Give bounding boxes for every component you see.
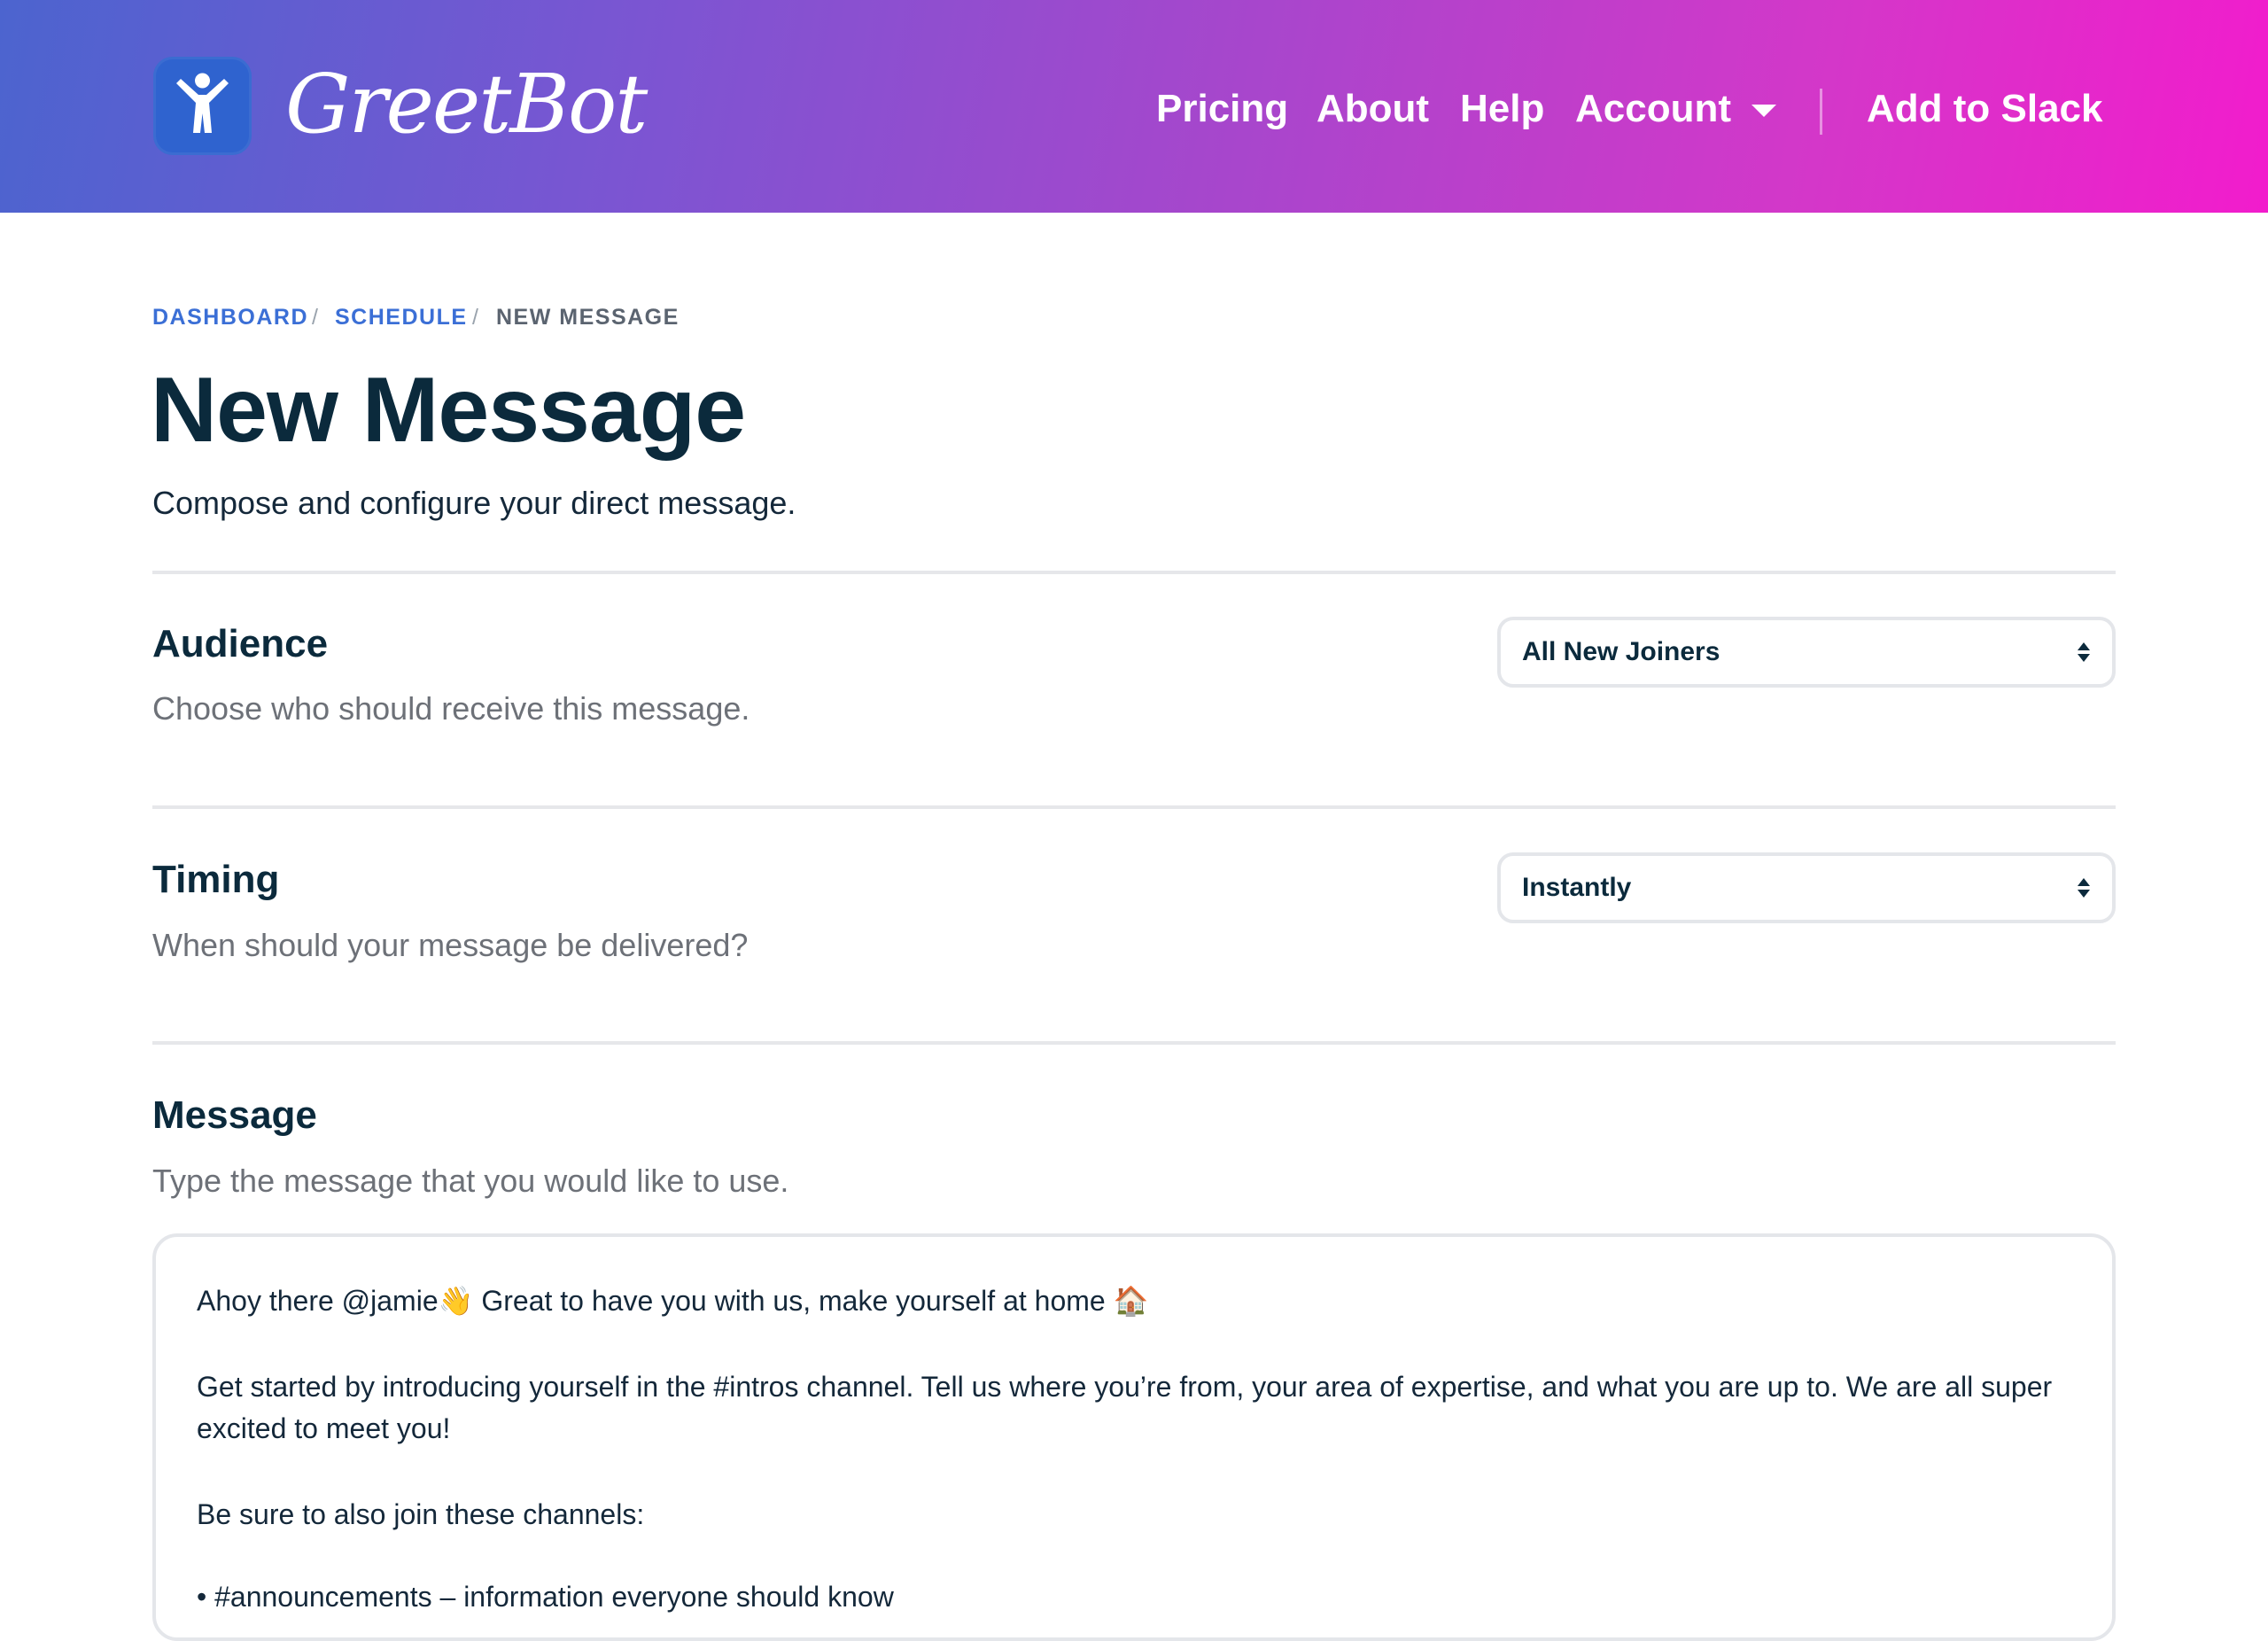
caret-down-icon[interactable] xyxy=(1751,105,1776,117)
message-line: Get started by introducing yourself in t… xyxy=(197,1371,2053,1403)
nav-about-link[interactable]: About xyxy=(1317,80,1429,138)
nav-account-dropdown[interactable]: Account xyxy=(1575,80,1731,138)
brand-wordmark[interactable]: GreetBot xyxy=(285,51,648,158)
section-divider xyxy=(152,805,2116,809)
up-down-arrows-icon xyxy=(2078,878,2090,898)
page-title: New Message xyxy=(151,359,746,462)
audience-select[interactable]: All New Joiners xyxy=(1497,617,2116,688)
message-description: Type the message that you would like to … xyxy=(152,1163,789,1199)
audience-title: Audience xyxy=(152,622,329,665)
nav-help-link[interactable]: Help xyxy=(1460,80,1544,138)
message-line: Be sure to also join these channels: xyxy=(197,1498,645,1530)
add-to-slack-button[interactable]: Add to Slack xyxy=(1867,80,2103,138)
up-down-arrows-icon xyxy=(2078,642,2090,662)
breadcrumb-schedule-link[interactable]: SCHEDULE xyxy=(335,303,468,331)
timing-select[interactable]: Instantly xyxy=(1497,852,2116,923)
section-divider xyxy=(152,1041,2116,1045)
top-navigation-bar: GreetBot Pricing About Help Account Add … xyxy=(0,0,2268,213)
timing-description: When should your message be delivered? xyxy=(152,927,749,963)
timing-selected-value: Instantly xyxy=(1522,873,1632,902)
section-divider xyxy=(152,571,2116,574)
breadcrumb-current: NEW MESSAGE xyxy=(496,305,680,330)
audience-selected-value: All New Joiners xyxy=(1522,637,1720,666)
breadcrumb-dashboard-link[interactable]: DASHBOARD xyxy=(152,303,308,331)
nav-divider xyxy=(1820,89,1822,135)
timing-title: Timing xyxy=(152,858,280,901)
message-title: Message xyxy=(152,1093,317,1137)
breadcrumb-separator: / xyxy=(312,305,320,330)
message-line: Ahoy there @jamie👋 Great to have you wit… xyxy=(197,1285,1149,1317)
page-subtitle: Compose and configure your direct messag… xyxy=(152,485,796,521)
breadcrumb-separator: / xyxy=(472,305,480,330)
message-line: excited to meet you! xyxy=(197,1412,451,1444)
audience-description: Choose who should receive this message. xyxy=(152,690,750,727)
message-line: • #announcements – information everyone … xyxy=(197,1581,894,1613)
greetbot-logo-icon[interactable] xyxy=(153,57,252,155)
nav-pricing-link[interactable]: Pricing xyxy=(1156,80,1288,138)
